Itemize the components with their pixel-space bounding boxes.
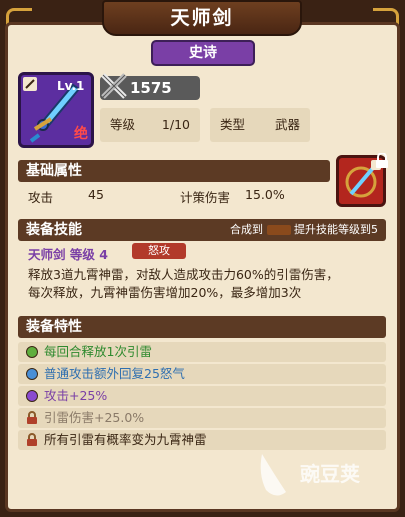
- trait-item: 攻击+25%: [18, 386, 386, 406]
- weapon-icon[interactable]: Lv.1 绝: [18, 72, 94, 148]
- type-value: 武器: [274, 117, 300, 132]
- skill-desc-line1: 释放3道九霄神雷，对敌人造成攻击力60%的引雷伤害，: [28, 267, 339, 282]
- watermark-text: 豌豆荚: [300, 462, 360, 486]
- attack-value: 45: [88, 187, 104, 202]
- trait-text: 普通攻击额外回复25怒气: [44, 366, 185, 381]
- trait-item: 引雷伤害+25.0%: [18, 408, 386, 428]
- synth-hint: 合成到 提升技能等级到5: [230, 223, 378, 236]
- skill-name: 天师剑 等级 4: [28, 247, 108, 262]
- level-box: 等级 1/10: [100, 108, 200, 142]
- rarity-badge: 史诗: [151, 40, 255, 66]
- window-frame: 天师剑 史诗 Lv.1 绝 1575 等级 1/10 类型 武器 基础属性 攻击…: [0, 0, 405, 517]
- skill-header: 装备技能 合成到 提升技能等级到5: [18, 219, 386, 241]
- trait-text: 引雷伤害+25.0%: [44, 410, 145, 425]
- trait-text: 每回合释放1次引雷: [44, 344, 152, 359]
- lock-icon: [376, 153, 388, 168]
- level-value: 1/10: [161, 117, 190, 132]
- trait-text: 所有引雷有概率变为九霄神雷: [44, 432, 207, 447]
- trait-bullet-icon: [26, 368, 38, 380]
- strategy-damage-label: 计策伤害: [180, 190, 231, 205]
- exclusive-badge: 绝: [74, 126, 88, 142]
- attack-label: 攻击: [28, 190, 54, 205]
- trait-item: 普通攻击额外回复25怒气: [18, 364, 386, 384]
- trait-bullet-icon: [26, 346, 38, 358]
- strategy-damage-value: 15.0%: [245, 187, 285, 202]
- item-level: Lv.1: [57, 79, 85, 93]
- type-box: 类型 武器: [210, 108, 310, 142]
- lock-icon: [27, 433, 37, 446]
- type-label: 类型: [220, 117, 246, 132]
- level-label: 等级: [110, 117, 136, 132]
- base-attr-header: 基础属性: [18, 160, 330, 182]
- skill-header-title: 装备技能: [26, 222, 82, 238]
- synth-target-icon: [266, 225, 291, 235]
- trait-bullet-icon: [26, 390, 38, 402]
- trait-item: 每回合释放1次引雷: [18, 342, 386, 362]
- traits-header: 装备特性: [18, 316, 386, 338]
- lock-icon: [27, 411, 37, 424]
- skill-desc-line2: 每次释放，九霄神雷伤害增加20%，最多增加3次: [28, 285, 302, 300]
- crossed-swords-icon: [101, 73, 127, 99]
- skill-type-badge: 怒攻: [132, 243, 186, 259]
- trait-text: 攻击+25%: [44, 388, 108, 403]
- page-title: 天师剑: [102, 0, 302, 36]
